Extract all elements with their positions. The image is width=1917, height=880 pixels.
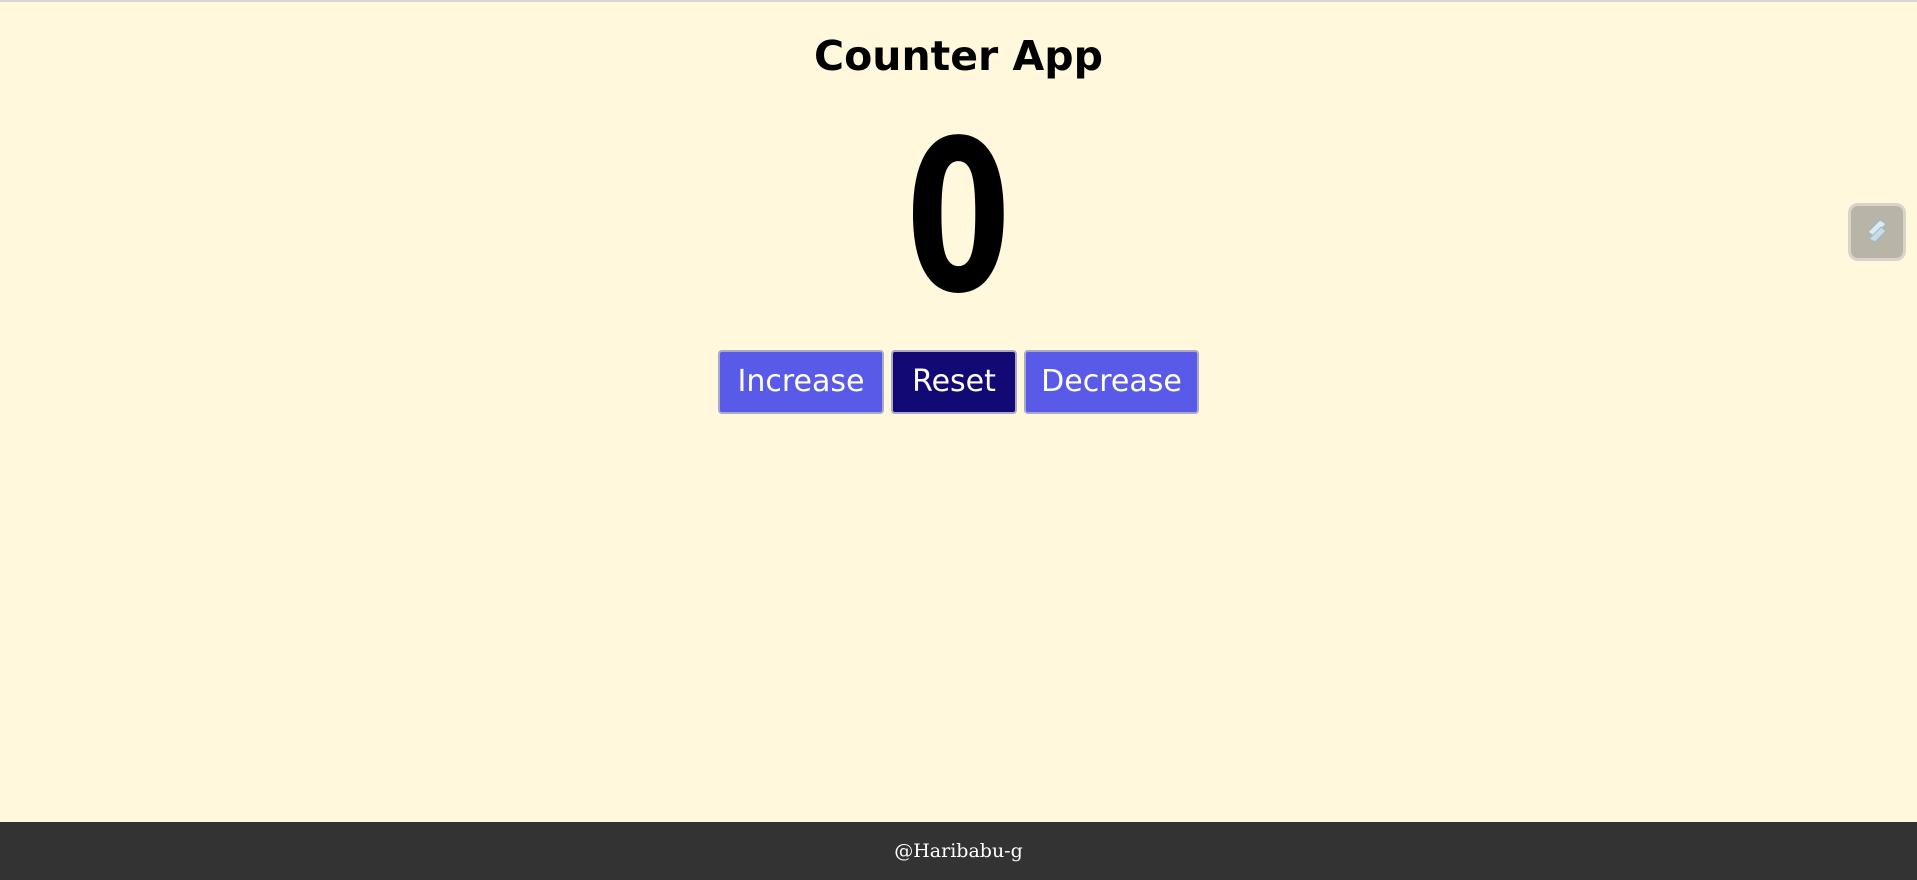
footer-credit: @Haribabu-g bbox=[894, 840, 1023, 862]
page-title: Counter App bbox=[814, 32, 1103, 80]
counter-value: 0 bbox=[905, 95, 1011, 340]
increase-button[interactable]: Increase bbox=[718, 350, 884, 414]
extension-icon bbox=[1859, 212, 1895, 252]
decrease-button[interactable]: Decrease bbox=[1024, 350, 1199, 414]
footer: @Haribabu-g bbox=[0, 822, 1917, 880]
extension-widget-button[interactable] bbox=[1848, 203, 1906, 261]
reset-button[interactable]: Reset bbox=[891, 350, 1017, 414]
top-divider bbox=[0, 0, 1917, 2]
counter-controls: Increase Reset Decrease bbox=[0, 350, 1917, 414]
